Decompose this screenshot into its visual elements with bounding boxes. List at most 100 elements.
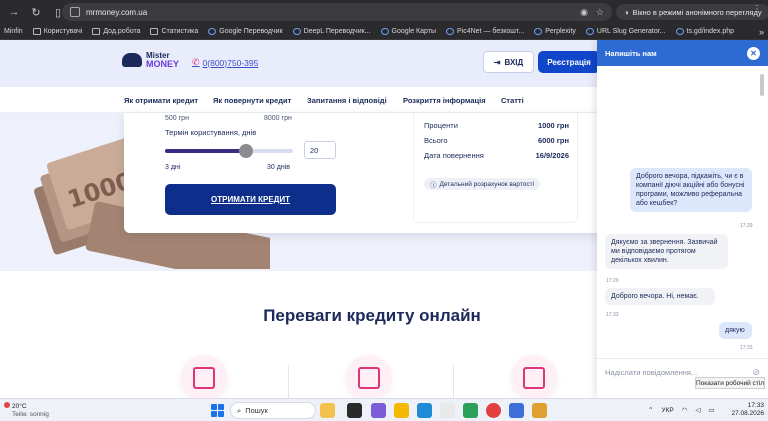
nav-faq[interactable]: Запитання і відповіді: [307, 96, 387, 105]
volume-icon[interactable]: ◁: [695, 406, 700, 414]
chat-scrollbar[interactable]: [760, 74, 764, 96]
logo-line2: MONEY: [146, 59, 180, 69]
phone-link[interactable]: ✆ 0(800)750-395: [192, 57, 258, 68]
word-app-icon[interactable]: [509, 403, 524, 418]
term-slider-thumb[interactable]: [238, 144, 253, 158]
bookmark-label: Google Карты: [391, 28, 436, 35]
term-max-label: 30 днів: [267, 164, 290, 171]
favicon-icon: [445, 28, 454, 35]
benefit-wallet-icon: [511, 355, 557, 398]
app-icon[interactable]: [463, 403, 478, 418]
term-label: Термін користування, днів: [165, 128, 257, 137]
benefit-calculator-icon: [346, 355, 392, 398]
term-days-input[interactable]: 20: [304, 141, 336, 159]
star-icon[interactable]: ☆: [596, 7, 604, 18]
search-icon: ⌕: [237, 405, 242, 415]
bookmark-item[interactable]: URL Slug Generator...: [585, 28, 666, 35]
tray-chevron-icon[interactable]: ⌃: [648, 406, 653, 414]
bookmark-item[interactable]: Perplexity: [534, 28, 576, 35]
taskbar-search-label: Пошук: [245, 406, 268, 415]
bookmark-label: ts.gd/index.php: [686, 28, 735, 35]
nav-how-to-get[interactable]: Як отримати кредит: [124, 96, 198, 105]
phone-icon: ✆: [192, 57, 200, 67]
bookmark-item[interactable]: Pic4Net — безкошт...: [445, 28, 524, 35]
detailed-calculation-link[interactable]: ⓘ Детальний розрахунок вартості: [424, 178, 541, 190]
bookmark-item[interactable]: DeepL Переводчик...: [292, 28, 371, 35]
nav-disclosure[interactable]: Розкриття інформація: [403, 96, 486, 105]
weather-temp: 20°C: [12, 403, 27, 410]
close-icon[interactable]: ✕: [747, 46, 760, 60]
message-time: 17:33: [606, 312, 619, 318]
login-label: ВХІД: [504, 57, 524, 67]
message-time: 17:33: [740, 345, 753, 351]
language-indicator[interactable]: УКР: [661, 407, 673, 414]
bookmark-label: URL Slug Generator...: [596, 28, 666, 35]
term-slider[interactable]: [165, 144, 293, 158]
store-app-icon[interactable]: [440, 403, 455, 418]
bookmark-item[interactable]: Дод.робота: [92, 28, 140, 35]
bookmark-label: Google Переводчик: [219, 28, 283, 35]
divider: [453, 365, 454, 398]
file-explorer-icon[interactable]: [394, 403, 409, 418]
bookmarks-overflow-icon[interactable]: »: [759, 27, 764, 37]
bookmark-item[interactable]: Minfin: [4, 28, 23, 35]
incognito-icon: ◑: [624, 7, 629, 17]
weather-description: Teilw. sonnig: [12, 411, 49, 418]
chat-message-outgoing: дякую: [719, 322, 752, 339]
nav-articles[interactable]: Статті: [501, 96, 524, 105]
loan-calculator-card: 500 грн 8000 грн Термін користування, дн…: [124, 113, 604, 233]
reload-icon[interactable]: ↻: [28, 4, 44, 20]
nav-how-to-repay[interactable]: Як повернути кредит: [213, 96, 291, 105]
address-bar[interactable]: mrmoney.com.ua ◉ ☆: [62, 3, 612, 21]
chat-message-incoming: Доброго вечора. Ні, немає.: [605, 288, 715, 305]
favicon-icon: [380, 28, 389, 35]
login-icon: ⇥: [493, 57, 501, 67]
summary-row-due-date: Дата повернення 16/9/2026: [424, 151, 569, 160]
eye-off-icon[interactable]: ◉: [580, 7, 588, 18]
system-tray: ⌃ УКР ◠ ◁ ▭: [648, 406, 715, 415]
register-button[interactable]: Реєстрація: [538, 51, 600, 73]
benefit-document-icon: [181, 355, 227, 398]
summary-label: Дата повернення: [424, 151, 484, 160]
edge-browser-icon[interactable]: [417, 403, 432, 418]
bookmark-label: Perplexity: [545, 28, 576, 35]
widgets-app-icon[interactable]: [320, 403, 335, 418]
chat-input-placeholder: Надіслати повідомлення...: [605, 368, 698, 377]
login-button[interactable]: ⇥ ВХІД: [483, 51, 534, 73]
message-time: 17:29: [740, 223, 753, 229]
taskbar-search[interactable]: ⌕ Пошук: [230, 402, 316, 419]
battery-icon[interactable]: ▭: [708, 406, 714, 414]
favicon-icon: [585, 28, 594, 35]
copilot-app-icon[interactable]: [371, 403, 386, 418]
taskbar-clock[interactable]: 17:33 27.08.2026: [726, 402, 764, 418]
app-icon[interactable]: [532, 403, 547, 418]
chrome-browser-icon[interactable]: [486, 403, 501, 418]
site-info-icon[interactable]: [70, 7, 80, 17]
loan-summary: Проценти 1000 грн Всього 6000 грн Дата п…: [413, 113, 578, 223]
bookmark-item[interactable]: Google Переводчик: [208, 28, 283, 35]
task-view-icon[interactable]: [347, 403, 362, 418]
amount-min-label: 500 грн: [165, 115, 189, 122]
bookmark-item[interactable]: ts.gd/index.php: [675, 28, 735, 35]
bookmark-label: Дод.робота: [103, 28, 141, 35]
browser-menu-icon[interactable]: ⋮: [752, 4, 762, 15]
site-logo[interactable]: Mister MONEY: [122, 52, 180, 69]
get-credit-button[interactable]: ОТРИМАТИ КРЕДИТ: [165, 184, 336, 215]
wifi-icon[interactable]: ◠: [682, 406, 688, 414]
bookmark-item[interactable]: Користувачі: [32, 28, 83, 35]
document-icon: [193, 367, 215, 389]
favicon-icon: [292, 28, 301, 35]
summary-row-interest: Проценти 1000 грн: [424, 121, 569, 130]
bookmark-label: DeepL Переводчик...: [303, 28, 371, 35]
incognito-badge[interactable]: ◑ Вікно в режимі анонімного перегляду: [616, 4, 768, 20]
favicon-icon: [534, 28, 543, 35]
summary-label: Проценти: [424, 121, 458, 130]
message-time: 17:29: [606, 278, 619, 284]
bookmark-item[interactable]: Статистика: [150, 28, 198, 35]
windows-start-icon[interactable]: [211, 404, 224, 417]
url-text[interactable]: mrmoney.com.ua: [86, 8, 147, 17]
back-icon[interactable]: →: [6, 4, 22, 20]
weather-widget[interactable]: 20°C Teilw. sonnig: [4, 402, 49, 419]
bookmark-item[interactable]: Google Карты: [380, 28, 436, 35]
bookmark-label: Користувачі: [43, 28, 83, 35]
